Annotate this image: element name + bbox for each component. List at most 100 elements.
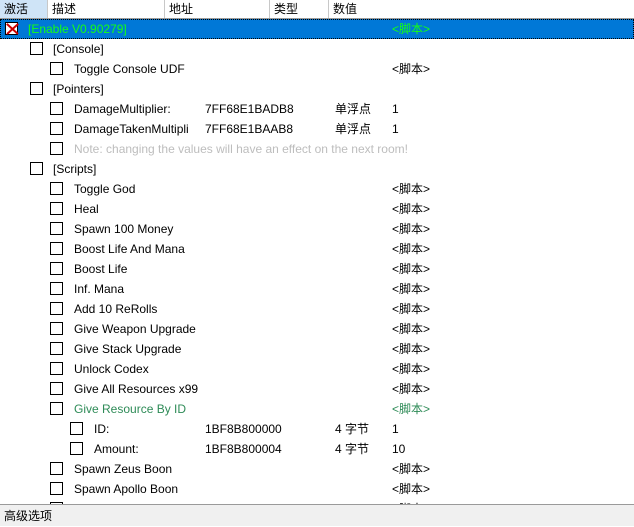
checkbox-icon[interactable] [50, 502, 63, 504]
column-header-4[interactable]: 数值 [329, 0, 634, 18]
checkbox-icon[interactable] [50, 102, 63, 115]
row-value: 10 [392, 442, 406, 456]
checkbox-icon[interactable] [50, 142, 63, 155]
row-description: Boost Life [74, 262, 128, 276]
checkbox-icon[interactable] [50, 122, 63, 135]
checkbox-icon[interactable] [50, 482, 63, 495]
row-value: 1 [392, 422, 399, 436]
row-value: <脚本> [392, 362, 431, 376]
tree-row[interactable]: [Console] [0, 39, 634, 59]
row-description: DamageMultiplier: [74, 102, 171, 116]
checkbox-icon[interactable] [50, 262, 63, 275]
row-value: <脚本> [392, 22, 431, 36]
tree-row[interactable]: DamageMultiplier: 7FF68E1BADB8 单浮点 1 [0, 99, 634, 119]
tree-row[interactable]: Give Weapon Upgrade <脚本> [0, 319, 634, 339]
checkbox-icon[interactable] [50, 222, 63, 235]
tree-row[interactable]: Spawn Aphrodite Boon <脚本> [0, 499, 634, 504]
tree-row[interactable]: Boost Life And Mana <脚本> [0, 239, 634, 259]
row-type: 4 字节 [335, 442, 370, 456]
tree-row[interactable]: Toggle Console UDF <脚本> [0, 59, 634, 79]
cheat-entry-tree[interactable]: [Enable V0.90279] <脚本> [Console] Toggle Con… [0, 19, 634, 504]
row-value: <脚本> [392, 302, 431, 316]
column-header-bar: 激活 描述 地址 类型 数值 [0, 0, 634, 19]
checkbox-icon[interactable] [70, 422, 83, 435]
checkbox-icon[interactable] [50, 202, 63, 215]
row-value: <脚本> [392, 482, 431, 496]
row-description: Spawn Apollo Boon [74, 482, 179, 496]
row-value: <脚本> [392, 262, 431, 276]
checkbox-icon[interactable] [50, 302, 63, 315]
row-value: <脚本> [392, 499, 430, 504]
checkbox-icon[interactable] [50, 182, 63, 195]
row-description: [Console] [53, 42, 104, 56]
checkbox-icon[interactable] [50, 342, 63, 355]
tree-row[interactable]: Spawn 100 Money <脚本> [0, 219, 634, 239]
row-description: Spawn Aphrodite Boon [74, 499, 196, 504]
row-description: Give All Resources x99 [74, 382, 199, 396]
row-description: Toggle Console UDF [74, 62, 185, 76]
column-header-3[interactable]: 类型 [270, 0, 329, 18]
row-value: <脚本> [392, 182, 431, 196]
row-value: <脚本> [392, 462, 431, 476]
row-value: <脚本> [392, 282, 431, 296]
row-value: 1 [392, 122, 399, 136]
tree-row[interactable]: Give Stack Upgrade <脚本> [0, 339, 634, 359]
checkbox-icon[interactable] [50, 362, 63, 375]
checkbox-icon[interactable] [50, 382, 63, 395]
row-description: Give Weapon Upgrade [74, 322, 196, 336]
row-description: Unlock Codex [74, 362, 149, 376]
tree-row[interactable]: Boost Life <脚本> [0, 259, 634, 279]
checkbox-icon[interactable] [70, 442, 83, 455]
row-value: <脚本> [392, 242, 431, 256]
row-description: Boost Life And Mana [74, 242, 185, 256]
tree-row[interactable]: Add 10 ReRolls <脚本> [0, 299, 634, 319]
checkbox-icon[interactable] [50, 242, 63, 255]
tree-row[interactable]: Toggle God <脚本> [0, 179, 634, 199]
row-description: Spawn 100 Money [74, 222, 174, 236]
checkbox-icon[interactable] [50, 282, 63, 295]
column-header-1[interactable]: 描述 [48, 0, 165, 18]
checkbox-icon[interactable] [50, 62, 63, 75]
tree-row[interactable]: Note: changing the values will have an e… [0, 139, 634, 159]
row-value: <脚本> [392, 402, 431, 416]
row-description: Heal [74, 202, 99, 216]
column-header-0[interactable]: 激活 [0, 0, 48, 18]
tree-row[interactable]: DamageTakenMultipli 7FF68E1BAAB8 单浮点 1 [0, 119, 634, 139]
advanced-options-status-bar[interactable]: 高级选项 [0, 504, 634, 526]
tree-row[interactable]: Unlock Codex <脚本> [0, 359, 634, 379]
row-description: DamageTakenMultipli [74, 122, 189, 136]
row-value: <脚本> [392, 322, 431, 336]
row-value: 1 [392, 102, 399, 116]
tree-row[interactable]: ID: 1BF8B800000 4 字节 1 [0, 419, 634, 439]
row-description: Add 10 ReRolls [74, 302, 158, 316]
row-type: 单浮点 [335, 122, 372, 136]
checkbox-icon[interactable] [50, 322, 63, 335]
row-description: [Enable V0.90279] [28, 22, 127, 36]
row-description: Spawn Zeus Boon [74, 462, 173, 476]
checkbox-icon[interactable] [30, 162, 43, 175]
row-type: 4 字节 [335, 422, 370, 436]
tree-row[interactable]: Give All Resources x99 <脚本> [0, 379, 634, 399]
tree-row[interactable]: Inf. Mana <脚本> [0, 279, 634, 299]
column-header-2[interactable]: 地址 [165, 0, 270, 18]
checkbox-icon[interactable] [50, 402, 63, 415]
checkbox-icon[interactable] [30, 82, 43, 95]
row-value: <脚本> [392, 62, 431, 76]
tree-row[interactable]: Heal <脚本> [0, 199, 634, 219]
checkbox-checked-icon[interactable] [5, 22, 18, 35]
tree-row[interactable]: Give Resource By ID <脚本> [0, 399, 634, 419]
tree-row[interactable]: [Pointers] [0, 79, 634, 99]
tree-row[interactable]: [Enable V0.90279] <脚本> [0, 19, 634, 39]
row-value: <脚本> [392, 342, 431, 356]
row-address: 1BF8B800004 [205, 442, 282, 456]
cheat-table-window: 激活 描述 地址 类型 数值 [Enable V0.90279] <脚本> [Console… [0, 0, 634, 526]
row-description: Give Stack Upgrade [74, 342, 182, 356]
tree-row[interactable]: [Scripts] [0, 159, 634, 179]
tree-row[interactable]: Amount: 1BF8B800004 4 字节 10 [0, 439, 634, 459]
tree-row[interactable]: Spawn Apollo Boon <脚本> [0, 479, 634, 499]
tree-row[interactable]: Spawn Zeus Boon <脚本> [0, 459, 634, 479]
row-description: [Scripts] [53, 162, 97, 176]
checkbox-icon[interactable] [30, 42, 43, 55]
row-value: <脚本> [392, 382, 431, 396]
checkbox-icon[interactable] [50, 462, 63, 475]
